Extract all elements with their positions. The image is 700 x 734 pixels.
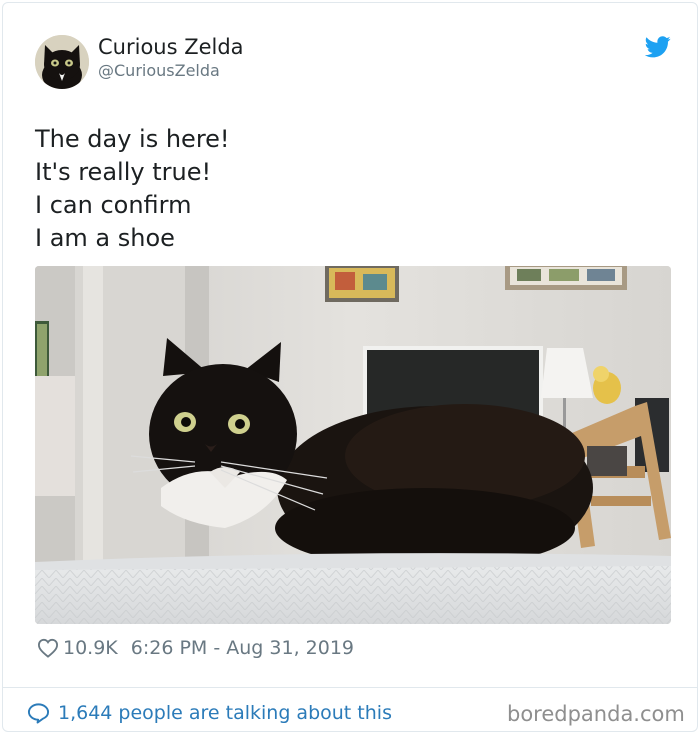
timestamp[interactable]: 6:26 PM - Aug 31, 2019 [131, 637, 354, 659]
footer-divider [3, 687, 697, 688]
avatar[interactable] [35, 35, 89, 89]
user-handle[interactable]: @CuriousZelda [98, 61, 220, 80]
conversation-link[interactable]: 1,644 people are talking about this [27, 700, 392, 726]
conversation-link-label: 1,644 people are talking about this [58, 702, 392, 724]
tweet-line: I can confirm [35, 191, 192, 219]
display-name[interactable]: Curious Zelda [98, 35, 244, 59]
comment-icon [27, 703, 50, 724]
heart-icon[interactable] [37, 638, 59, 658]
tweet-line: The day is here! [35, 125, 230, 153]
tweet-line: I am a shoe [35, 224, 175, 252]
tweet-meta: 10.9K 6:26 PM - Aug 31, 2019 [37, 635, 354, 661]
tweet-text: The day is here! It's really true! I can… [35, 123, 635, 255]
cat-avatar-image [35, 35, 89, 89]
like-count[interactable]: 10.9K [63, 637, 118, 659]
tweet-line: It's really true! [35, 158, 212, 186]
cat-photo [35, 266, 671, 624]
twitter-bird-icon[interactable] [645, 36, 671, 58]
tweet-photo[interactable] [35, 266, 671, 624]
tweet-card: Curious Zelda @CuriousZelda The day is h… [2, 2, 698, 732]
watermark: boredpanda.com [507, 702, 685, 726]
